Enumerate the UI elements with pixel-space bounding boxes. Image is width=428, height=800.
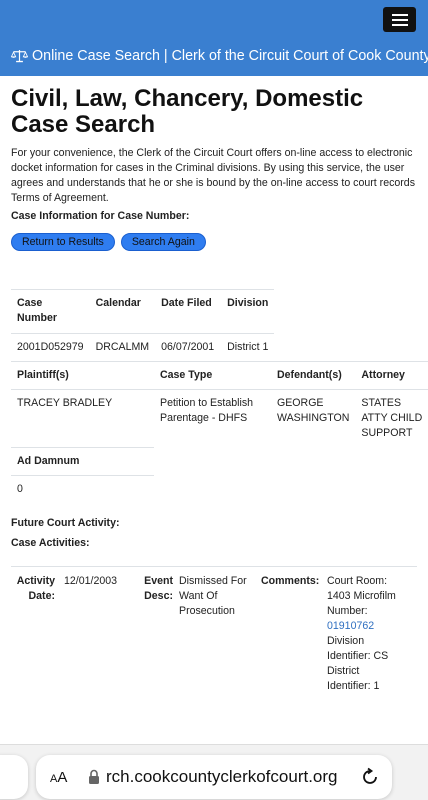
table-row: TRACEY BRADLEY Petition to Establish Par… bbox=[11, 389, 428, 447]
intro-text: For your convenience, the Clerk of the C… bbox=[11, 147, 415, 204]
col-plaintiffs: Plaintiff(s) bbox=[11, 361, 154, 390]
search-again-button[interactable]: Search Again bbox=[120, 233, 206, 251]
attorney-value: STATES ATTY CHILD SUPPORT bbox=[355, 389, 428, 447]
case-number-value: 2001D052979 bbox=[11, 333, 90, 361]
plaintiff-value: TRACEY BRADLEY bbox=[11, 389, 154, 447]
comments-text: Court Room: 1403 Microfilm Number: bbox=[327, 575, 396, 617]
col-case-number: Case Number bbox=[11, 289, 90, 334]
ad-damnum-table: Ad Damnum 0 bbox=[11, 447, 154, 503]
table-row: 2001D052979 DRCALMM 06/07/2001 District … bbox=[11, 333, 275, 361]
activity-date-label: Activity Date: bbox=[16, 575, 55, 602]
activity-row: Activity Date: 12/01/2003 Event Desc: Di… bbox=[11, 566, 417, 694]
site-title-link[interactable]: Online Case Search | Clerk of the Circui… bbox=[11, 48, 428, 64]
col-defendants: Defendant(s) bbox=[271, 361, 356, 390]
col-attorney: Attorney bbox=[355, 361, 428, 390]
event-desc-label: Event Desc: bbox=[144, 575, 173, 602]
col-ad-damnum: Ad Damnum bbox=[11, 447, 154, 476]
page-title: Civil, Law, Chancery, Domestic Case Sear… bbox=[11, 85, 364, 138]
reload-icon[interactable] bbox=[360, 767, 380, 787]
parties-table: Plaintiff(s) Case Type Defendant(s) Atto… bbox=[11, 361, 428, 447]
previous-tab-pill[interactable] bbox=[0, 755, 28, 799]
defendant-value: GEORGE WASHINGTON bbox=[271, 389, 356, 447]
comments-value: Court Room: 1403 Microfilm Number: 01910… bbox=[327, 574, 397, 694]
col-case-type: Case Type bbox=[154, 361, 271, 390]
address-bar[interactable]: AA rch.cookcountyclerkofcourt.org bbox=[36, 755, 392, 799]
hamburger-menu-icon[interactable] bbox=[383, 7, 416, 32]
case-summary-table: Case Number Calendar Date Filed Division… bbox=[11, 289, 275, 361]
case-info-label: Case Information for Case Number: bbox=[11, 210, 190, 222]
comments-identifiers: Division Identifier: CS District Identif… bbox=[327, 635, 389, 692]
action-buttons: Return to Results Search Again bbox=[11, 233, 417, 251]
case-activities-label: Case Activities: bbox=[11, 537, 90, 549]
col-division: Division bbox=[221, 289, 275, 334]
top-navbar: Online Case Search | Clerk of the Circui… bbox=[0, 0, 428, 76]
return-to-results-button[interactable]: Return to Results bbox=[11, 233, 115, 251]
calendar-value: DRCALMM bbox=[89, 333, 156, 361]
url-text: rch.cookcountyclerkofcourt.org bbox=[106, 767, 338, 786]
reader-aa-button[interactable]: AA bbox=[50, 769, 67, 786]
lock-icon bbox=[89, 769, 99, 784]
main-content: Civil, Law, Chancery, Domestic Case Sear… bbox=[0, 86, 428, 694]
scales-of-justice-icon bbox=[11, 50, 28, 63]
activity-date-value: 12/01/2003 bbox=[64, 575, 118, 587]
ad-damnum-value: 0 bbox=[17, 483, 23, 495]
site-title-text: Online Case Search | Clerk of the Circui… bbox=[32, 48, 428, 64]
comments-label: Comments: bbox=[261, 575, 320, 587]
date-filed-value: 06/07/2001 bbox=[155, 333, 222, 361]
case-type-value: Petition to Establish Parentage - DHFS bbox=[154, 389, 271, 447]
browser-toolbar: AA rch.cookcountyclerkofcourt.org bbox=[0, 744, 428, 800]
col-date-filed: Date Filed bbox=[155, 289, 222, 334]
microfilm-number-link[interactable]: 01910762 bbox=[327, 620, 374, 632]
event-desc-value: Dismissed For Want Of Prosecution bbox=[179, 575, 247, 617]
table-row: 0 bbox=[11, 476, 154, 504]
future-court-activity-label: Future Court Activity: bbox=[11, 517, 120, 529]
col-calendar: Calendar bbox=[89, 289, 156, 334]
division-value: District 1 bbox=[221, 333, 275, 361]
